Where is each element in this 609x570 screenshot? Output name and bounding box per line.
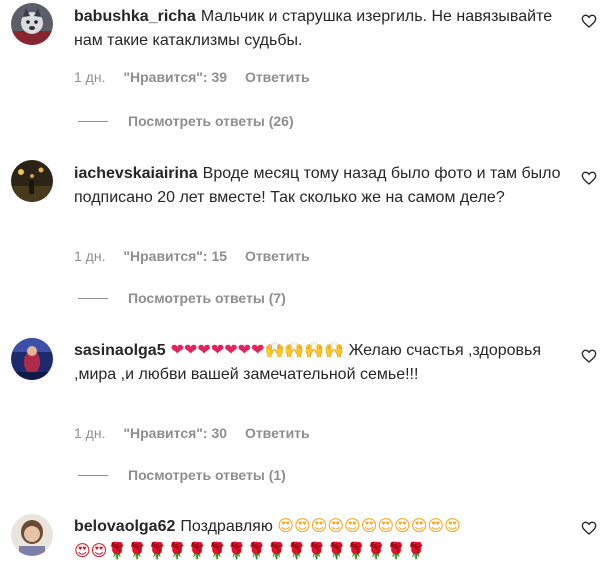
view-replies-button[interactable]: Посмотреть ответы (26) [78, 113, 294, 129]
comment-meta: 1 дн. "Нравится": 30 Ответить [74, 425, 324, 441]
avatar[interactable] [11, 338, 53, 380]
username[interactable]: babushka_richa [74, 8, 196, 25]
comment-body: Поздравляю [180, 518, 273, 535]
like-heart-icon[interactable] [581, 348, 597, 364]
stage-photo-avatar [11, 338, 53, 380]
view-replies-label: Посмотреть ответы (1) [128, 467, 286, 483]
avatar[interactable] [11, 514, 53, 556]
reply-button[interactable]: Ответить [245, 69, 310, 85]
comment-text: belovaolga62 Поздравляю 😍😍😍😍😍😍😍😍😍😍😍 [74, 514, 564, 539]
likes-count[interactable]: "Нравится": 30 [123, 425, 227, 441]
reply-button[interactable]: Ответить [245, 425, 310, 441]
timestamp[interactable]: 1 дн. [74, 69, 105, 85]
roses-emoji-line: 😍😍🌹🌹🌹🌹🌹🌹🌹🌹🌹🌹🌹🌹🌹🌹🌹🌹 [74, 541, 427, 560]
likes-count[interactable]: "Нравится": 15 [123, 248, 227, 264]
timestamp[interactable]: 1 дн. [74, 425, 105, 441]
like-heart-icon[interactable] [581, 520, 597, 536]
like-heart-icon[interactable] [581, 170, 597, 186]
view-replies-label: Посмотреть ответы (26) [128, 113, 294, 129]
likes-count[interactable]: "Нравится": 39 [123, 69, 227, 85]
night-street-photo-avatar [11, 160, 53, 202]
comment-text: sasinaolga5 ❤❤❤❤❤❤❤🙌🙌🙌🙌 Желаю счастья ,зд… [74, 338, 564, 387]
heart-eyes-emoji: 😍😍😍😍😍😍😍😍😍😍😍 [277, 516, 461, 535]
view-replies-button[interactable]: Посмотреть ответы (1) [78, 467, 286, 483]
reply-button[interactable]: Ответить [245, 248, 310, 264]
woman-portrait-avatar [11, 514, 53, 556]
username[interactable]: iachevskaiairina [74, 165, 198, 182]
view-replies-button[interactable]: Посмотреть ответы (7) [78, 290, 286, 306]
comment-meta: 1 дн. "Нравится": 39 Ответить [74, 69, 324, 85]
hearts-emoji: ❤❤❤❤❤❤❤🙌🙌🙌🙌 [170, 340, 345, 359]
comment-meta: 1 дн. "Нравится": 15 Ответить [74, 248, 324, 264]
husky-photo-avatar [11, 3, 53, 45]
timestamp[interactable]: 1 дн. [74, 248, 105, 264]
username[interactable]: belovaolga62 [74, 518, 175, 535]
like-heart-icon[interactable] [581, 13, 597, 29]
comment-text: babushka_richa Мальчик и старушка изергил… [74, 5, 564, 53]
divider [78, 474, 108, 476]
view-replies-label: Посмотреть ответы (7) [128, 290, 286, 306]
avatar[interactable] [11, 3, 53, 45]
comment-text: iachevskaiairina Вроде месяц тому назад б… [74, 162, 564, 210]
divider [78, 297, 108, 299]
username[interactable]: sasinaolga5 [74, 342, 166, 359]
divider [78, 120, 108, 122]
avatar[interactable] [11, 160, 53, 202]
